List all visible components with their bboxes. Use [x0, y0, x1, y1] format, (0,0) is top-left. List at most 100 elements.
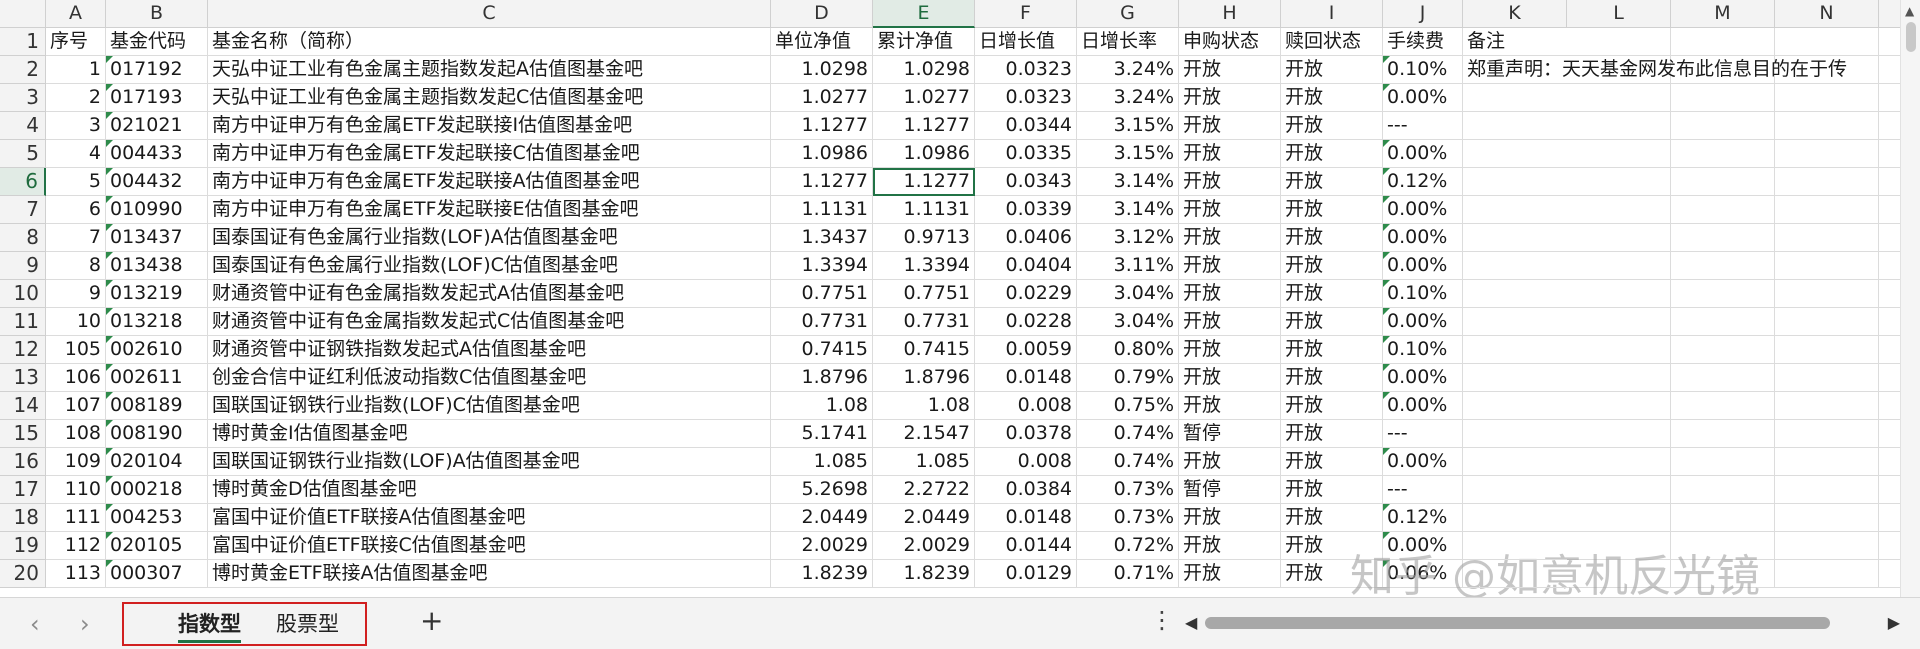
- column-header[interactable]: A: [46, 0, 106, 28]
- cell-seq[interactable]: 112: [46, 532, 106, 560]
- cell-acc[interactable]: 0.7731: [873, 308, 975, 336]
- cell-sell[interactable]: 开放: [1281, 532, 1383, 560]
- cell-sell[interactable]: 开放: [1281, 224, 1383, 252]
- cell-buy[interactable]: 开放: [1179, 168, 1281, 196]
- cell-dval[interactable]: 0.0129: [975, 560, 1077, 588]
- empty-cell[interactable]: [1775, 140, 1879, 168]
- cell-nav[interactable]: 0.7415: [771, 336, 873, 364]
- cell-code[interactable]: 013438: [106, 252, 208, 280]
- header-cell[interactable]: 单位净值: [771, 28, 873, 56]
- cell-nav[interactable]: 1.085: [771, 448, 873, 476]
- empty-cell[interactable]: [1671, 308, 1775, 336]
- cell-dval[interactable]: 0.0144: [975, 532, 1077, 560]
- empty-cell[interactable]: [1567, 532, 1671, 560]
- cell-buy[interactable]: 开放: [1179, 504, 1281, 532]
- cell-note[interactable]: [1463, 224, 1567, 252]
- cell-code[interactable]: 013218: [106, 308, 208, 336]
- cell-acc[interactable]: 1.0986: [873, 140, 975, 168]
- cell-drate[interactable]: 3.12%: [1077, 224, 1179, 252]
- empty-cell[interactable]: [1879, 560, 1900, 588]
- cell-dval[interactable]: 0.0059: [975, 336, 1077, 364]
- cell-note[interactable]: [1463, 252, 1567, 280]
- column-header[interactable]: F: [975, 0, 1077, 28]
- empty-cell[interactable]: [1879, 280, 1900, 308]
- row-number[interactable]: 14: [0, 392, 46, 420]
- empty-cell[interactable]: [1567, 560, 1671, 588]
- empty-cell[interactable]: [1567, 364, 1671, 392]
- empty-cell[interactable]: [1775, 420, 1879, 448]
- cell-dval[interactable]: 0.0335: [975, 140, 1077, 168]
- cell-fee[interactable]: ---: [1383, 476, 1463, 504]
- empty-cell[interactable]: [1567, 224, 1671, 252]
- cell-sell[interactable]: 开放: [1281, 364, 1383, 392]
- cell-nav[interactable]: 1.8239: [771, 560, 873, 588]
- next-sheet-icon[interactable]: ›: [80, 610, 90, 638]
- vertical-scroll-thumb[interactable]: [1906, 22, 1916, 52]
- empty-cell[interactable]: [1879, 28, 1900, 56]
- empty-cell[interactable]: [1879, 364, 1900, 392]
- cell-fee[interactable]: 0.00%: [1383, 392, 1463, 420]
- cell-sell[interactable]: 开放: [1281, 504, 1383, 532]
- cell-acc[interactable]: 1.3394: [873, 252, 975, 280]
- header-cell[interactable]: 手续费: [1383, 28, 1463, 56]
- cell-nav[interactable]: 1.1277: [771, 112, 873, 140]
- cell-seq[interactable]: 109: [46, 448, 106, 476]
- cell-code[interactable]: 017192: [106, 56, 208, 84]
- cell-buy[interactable]: 开放: [1179, 84, 1281, 112]
- header-cell[interactable]: 累计净值: [873, 28, 975, 56]
- cell-note[interactable]: [1463, 532, 1567, 560]
- column-header[interactable]: E: [873, 0, 975, 28]
- empty-cell[interactable]: [1567, 168, 1671, 196]
- cell-nav[interactable]: 5.2698: [771, 476, 873, 504]
- empty-cell[interactable]: [1671, 504, 1775, 532]
- empty-cell[interactable]: [1567, 28, 1671, 56]
- cell-code[interactable]: 020105: [106, 532, 208, 560]
- cell-buy[interactable]: 开放: [1179, 196, 1281, 224]
- cell-code[interactable]: 008190: [106, 420, 208, 448]
- cell-buy[interactable]: 开放: [1179, 224, 1281, 252]
- row-number[interactable]: 20: [0, 560, 46, 588]
- empty-cell[interactable]: [1567, 336, 1671, 364]
- cell-note[interactable]: [1463, 448, 1567, 476]
- cell-sell[interactable]: 开放: [1281, 196, 1383, 224]
- cell-sell[interactable]: 开放: [1281, 308, 1383, 336]
- column-header[interactable]: M: [1671, 0, 1775, 28]
- empty-cell[interactable]: [1567, 84, 1671, 112]
- empty-cell[interactable]: [1775, 196, 1879, 224]
- column-header[interactable]: D: [771, 0, 873, 28]
- cell-name[interactable]: 天弘中证工业有色金属主题指数发起A估值图基金吧: [208, 56, 771, 84]
- cell-fee[interactable]: 0.06%: [1383, 560, 1463, 588]
- cell-name[interactable]: 博时黄金D估值图基金吧: [208, 476, 771, 504]
- column-header[interactable]: G: [1077, 0, 1179, 28]
- row-number[interactable]: 11: [0, 308, 46, 336]
- header-cell[interactable]: 基金代码: [106, 28, 208, 56]
- cell-sell[interactable]: 开放: [1281, 476, 1383, 504]
- cell-dval[interactable]: 0.008: [975, 448, 1077, 476]
- empty-cell[interactable]: [1671, 392, 1775, 420]
- cell-seq[interactable]: 1: [46, 56, 106, 84]
- header-cell[interactable]: 申购状态: [1179, 28, 1281, 56]
- empty-cell[interactable]: [1567, 448, 1671, 476]
- cell-sell[interactable]: 开放: [1281, 280, 1383, 308]
- cell-sell[interactable]: 开放: [1281, 392, 1383, 420]
- empty-cell[interactable]: [1671, 168, 1775, 196]
- cell-sell[interactable]: 开放: [1281, 84, 1383, 112]
- scroll-up-icon[interactable]: ▲: [1905, 4, 1914, 18]
- empty-cell[interactable]: [1671, 448, 1775, 476]
- row-number[interactable]: 1: [0, 28, 46, 56]
- empty-cell[interactable]: [1671, 252, 1775, 280]
- cell-drate[interactable]: 3.15%: [1077, 140, 1179, 168]
- cell-seq[interactable]: 110: [46, 476, 106, 504]
- row-number[interactable]: 9: [0, 252, 46, 280]
- cell-note[interactable]: [1463, 476, 1567, 504]
- cell-acc[interactable]: 2.2722: [873, 476, 975, 504]
- cell-name[interactable]: 财通资管中证有色金属指数发起式C估值图基金吧: [208, 308, 771, 336]
- cell-note[interactable]: [1463, 420, 1567, 448]
- header-cell[interactable]: 备注: [1463, 28, 1567, 56]
- cell-fee[interactable]: 0.00%: [1383, 308, 1463, 336]
- cell-sell[interactable]: 开放: [1281, 420, 1383, 448]
- empty-cell[interactable]: [1775, 448, 1879, 476]
- cell-seq[interactable]: 108: [46, 420, 106, 448]
- cell-note[interactable]: [1463, 336, 1567, 364]
- cell-drate[interactable]: 3.04%: [1077, 280, 1179, 308]
